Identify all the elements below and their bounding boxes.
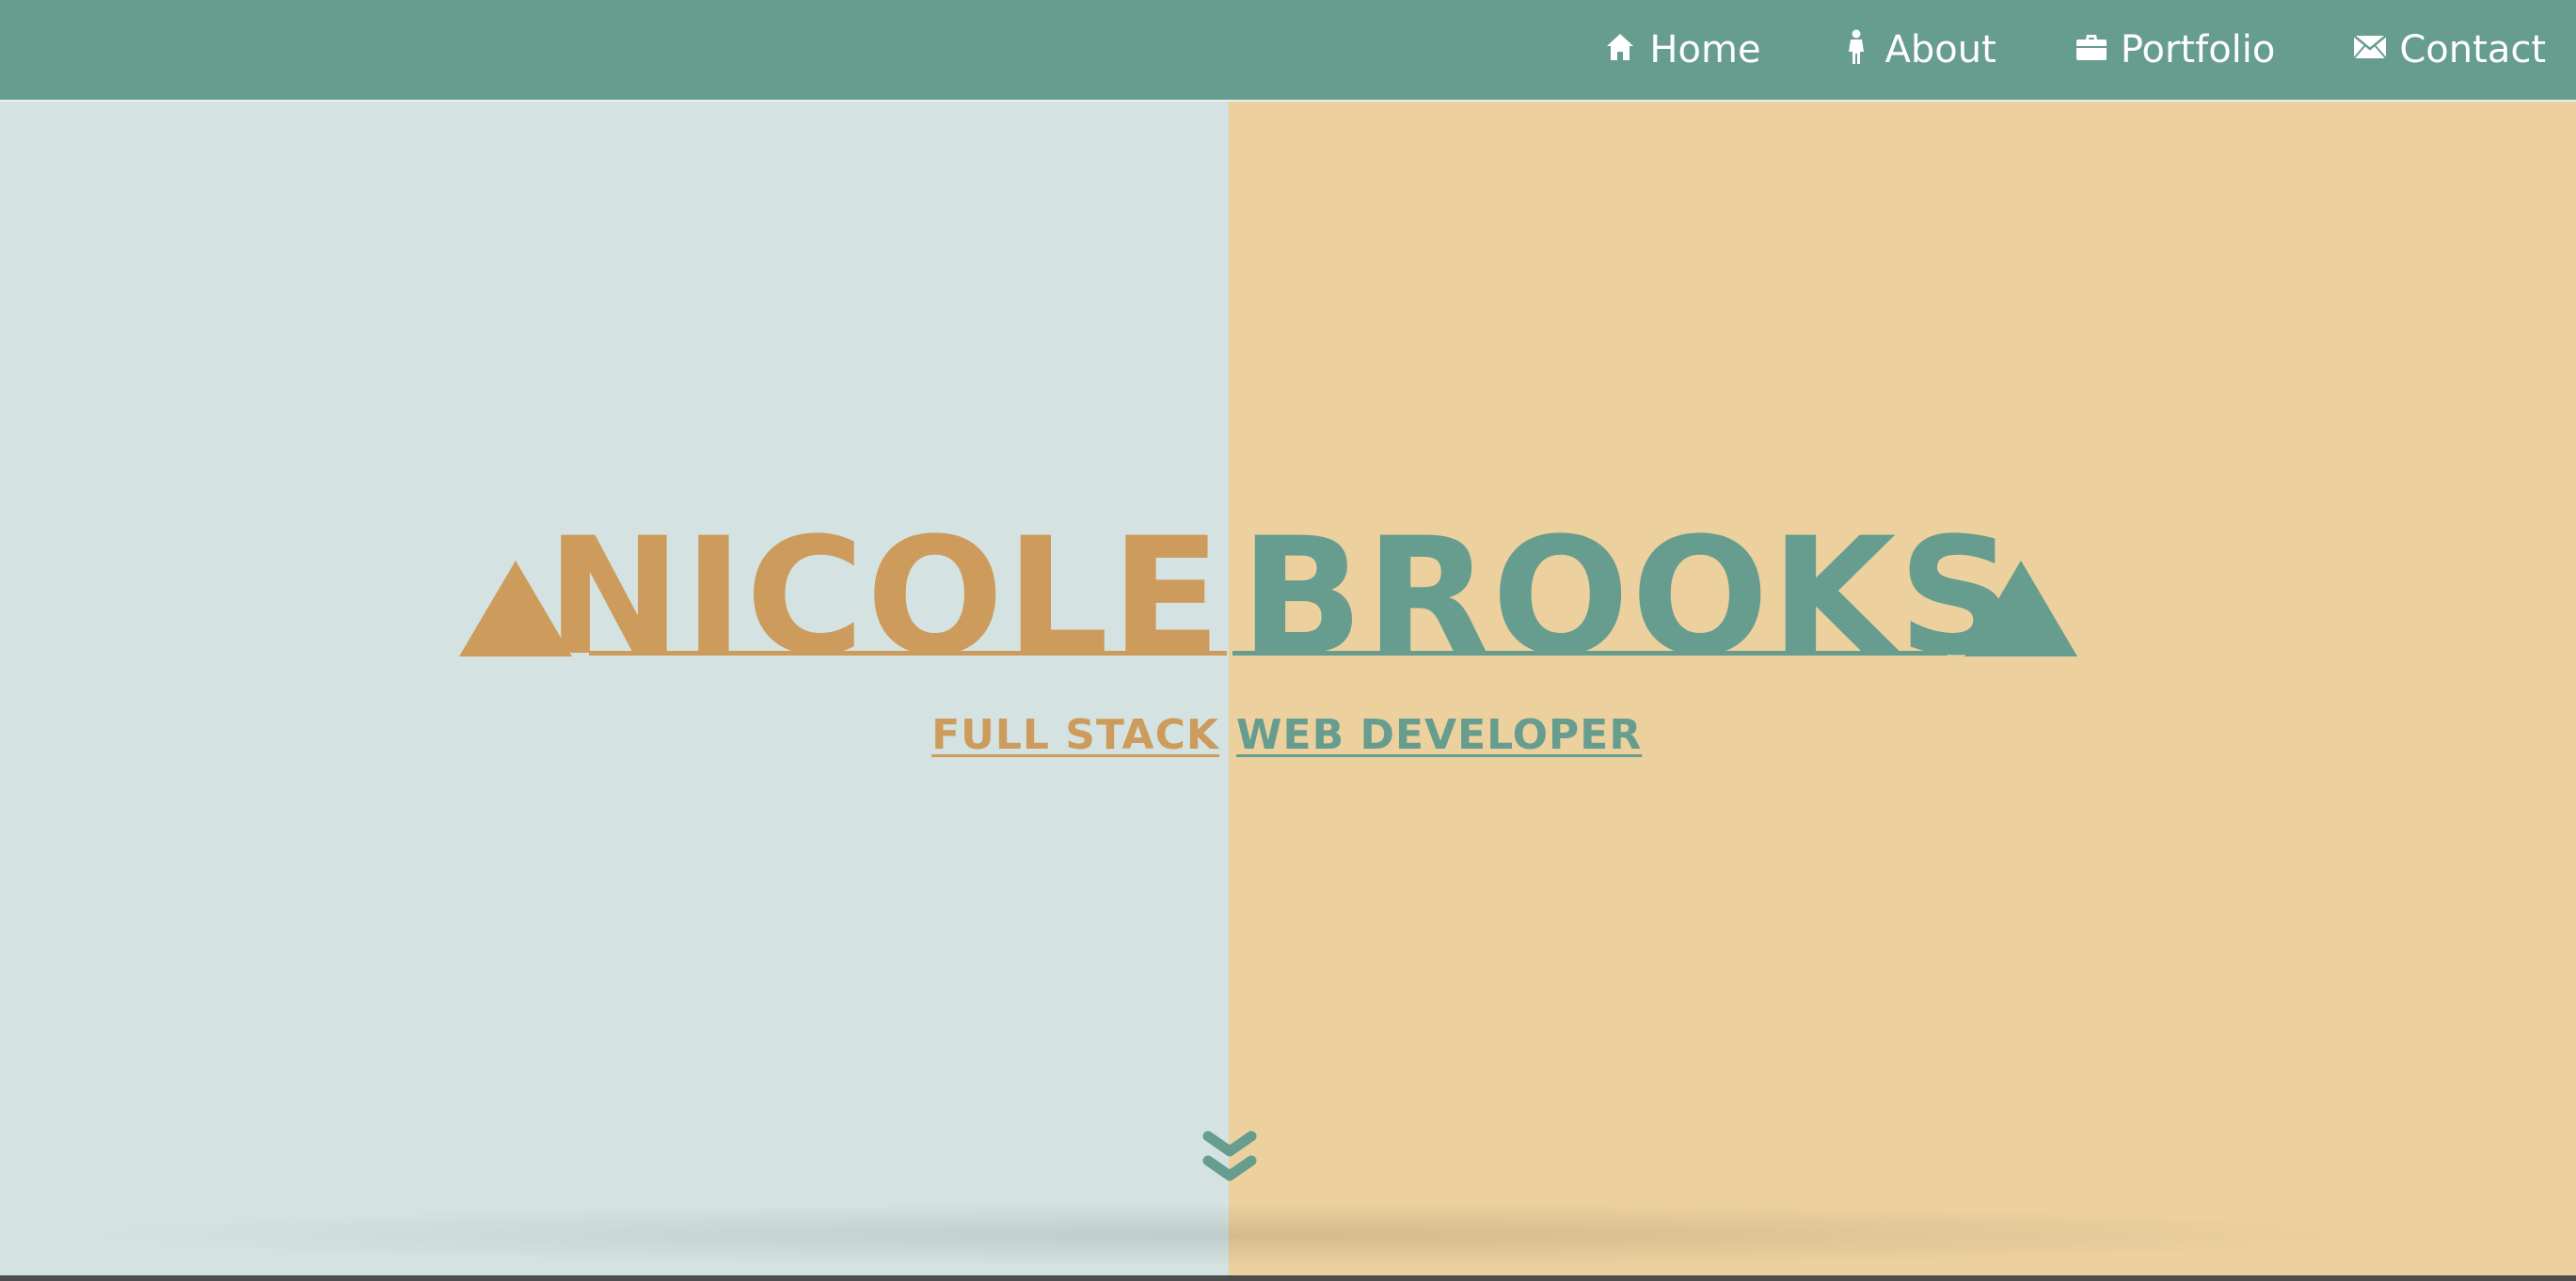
last-name-underline [1232,651,1948,656]
last-name: BROOKS [1240,502,2017,691]
nav-portfolio-label: Portfolio [2120,28,2276,71]
briefcase-icon [2074,28,2109,66]
nav-home-label: Home [1649,28,1761,71]
bottom-divider [0,1275,2576,1281]
first-name-underline [589,651,1227,656]
hero-left-panel [0,102,1229,1281]
nav-contact-label: Contact [2399,28,2546,71]
hero-section [0,102,2576,1281]
nav-about-label: About [1884,28,1996,71]
hero-title: NICOLE BROOKS [0,502,2576,691]
envelope-icon [2352,28,2388,66]
first-name: NICOLE [546,502,1223,691]
nav-home-link[interactable]: Home [1602,28,1761,71]
page: Home About Portfolio Contact NICOLE BROO… [0,0,2576,1281]
top-navigation-bar: Home About Portfolio Contact [0,0,2576,102]
subtitle-web-developer: WEB DEVELOPER [1236,711,1643,759]
double-chevron-down-icon[interactable] [1202,1129,1257,1194]
person-icon [1838,28,1874,66]
hero-right-panel [1229,102,2576,1281]
subtitle-full-stack: FULL STACK [931,711,1219,759]
triangle-right-icon [1964,561,2077,656]
nav-contact-link[interactable]: Contact [2352,28,2546,71]
nav-about-link[interactable]: About [1838,28,1996,71]
nav-portfolio-link[interactable]: Portfolio [2074,28,2276,71]
home-icon [1602,28,1638,66]
